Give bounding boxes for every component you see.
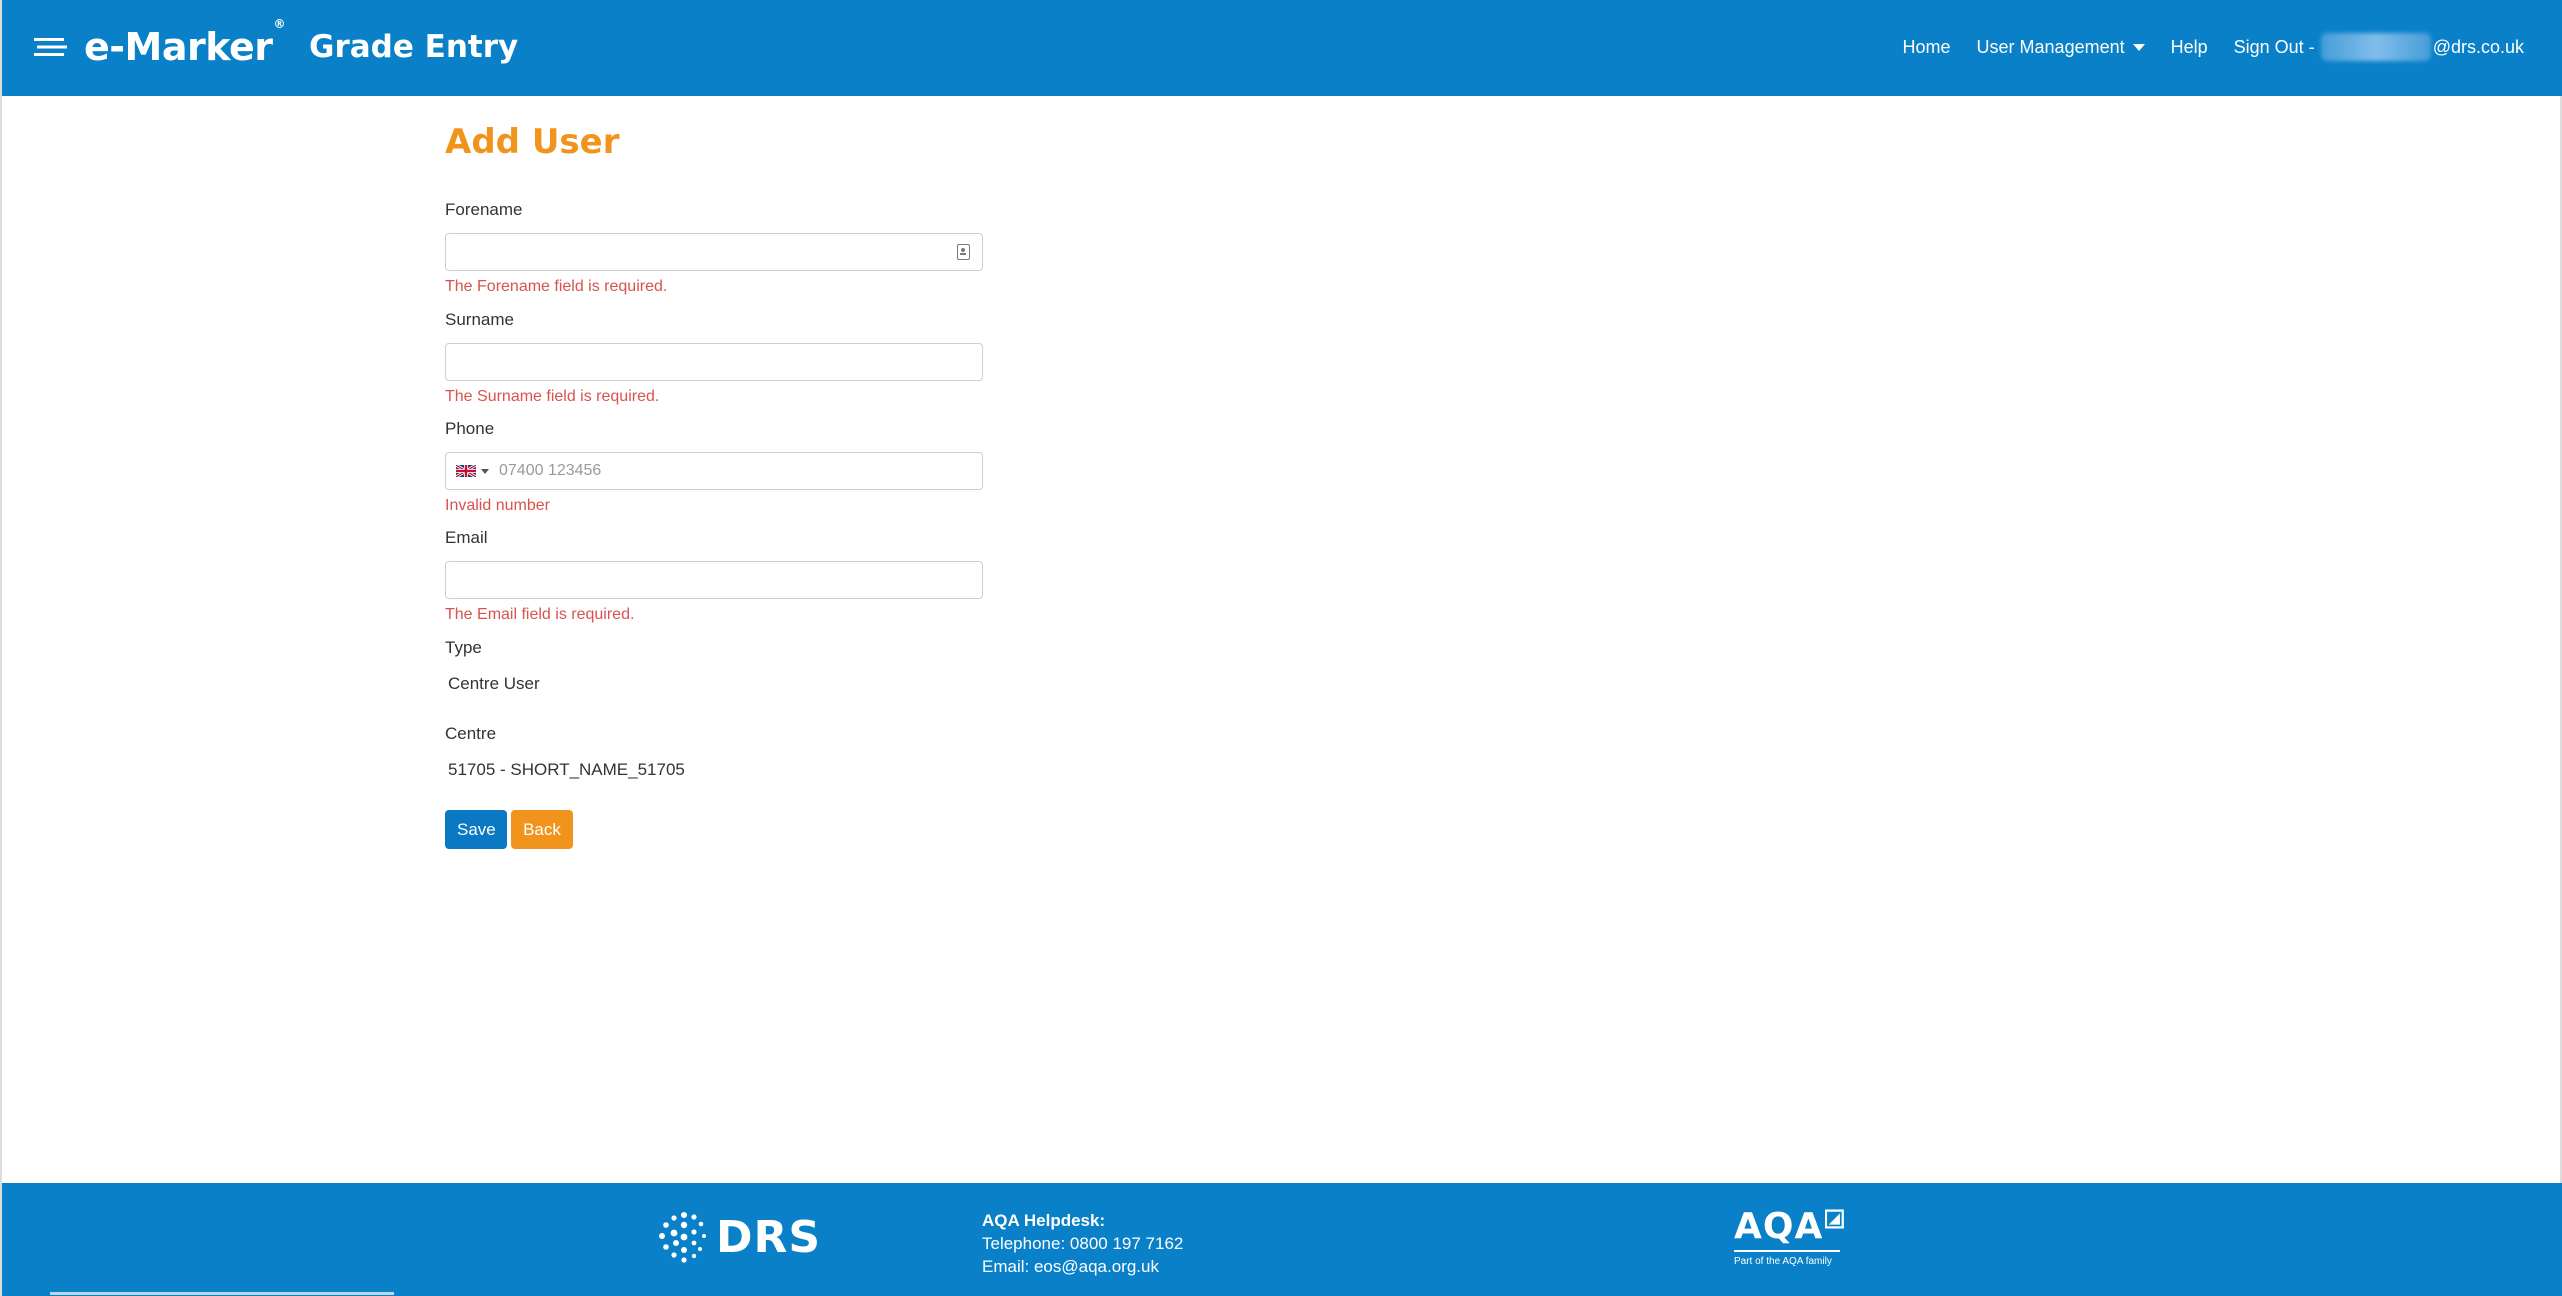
- back-button[interactable]: Back: [511, 810, 573, 849]
- emarker-lines-icon: [34, 36, 70, 58]
- centre-group: Centre 51705 - SHORT_NAME_51705: [445, 722, 985, 780]
- forename-label: Forename: [445, 200, 523, 219]
- centre-value: 51705 - SHORT_NAME_51705: [448, 760, 685, 779]
- page: e-Marker® Grade Entry Home User Manageme…: [0, 0, 2562, 1296]
- country-caret-icon: [481, 468, 489, 474]
- nav-help[interactable]: Help: [2171, 37, 2208, 58]
- forename-input[interactable]: [445, 233, 983, 271]
- scrollbar-thumb[interactable]: [50, 1292, 394, 1295]
- country-selector[interactable]: [456, 465, 489, 477]
- centre-label: Centre: [445, 724, 497, 743]
- phone-placeholder: 07400 123456: [499, 462, 602, 479]
- redacted-username: [2320, 33, 2431, 61]
- helpdesk-info: AQA Helpdesk: Telephone: 0800 197 7162 E…: [982, 1209, 1183, 1278]
- phone-label: Phone: [445, 419, 495, 438]
- user-email-suffix: @drs.co.uk: [2432, 36, 2524, 57]
- main-nav: Home User Management Help Sign Out - @dr…: [1903, 30, 2524, 64]
- email-error: The Email field is required.: [445, 606, 635, 623]
- nav-user-management[interactable]: User Management: [1977, 37, 2145, 58]
- type-label: Type: [445, 638, 482, 657]
- form-actions: Save Back: [445, 810, 573, 849]
- phone-error: Invalid number: [445, 497, 550, 514]
- aqa-logo-text: AQA: [1734, 1206, 1824, 1247]
- caret-down-icon: [2132, 43, 2145, 51]
- contact-card-icon[interactable]: [957, 244, 970, 260]
- surname-label: Surname: [445, 310, 514, 329]
- aqa-logo: AQA Part of the AQA family: [1734, 1207, 1844, 1267]
- add-user-form: Add User Forename The Forename field is …: [445, 118, 1005, 849]
- email-input[interactable]: [445, 561, 983, 599]
- page-title: Add User: [445, 122, 620, 162]
- helpdesk-phone: Telephone: 0800 197 7162: [982, 1234, 1184, 1253]
- drs-dots-icon: [659, 1212, 706, 1263]
- aqa-tagline: Part of the AQA family: [1734, 1256, 1832, 1267]
- email-label: Email: [445, 528, 488, 547]
- uk-flag-icon: [456, 465, 476, 477]
- sign-out-label: Sign Out -: [2233, 36, 2315, 57]
- aqa-underline: [1734, 1250, 1840, 1252]
- email-group: Email The Email field is required.: [445, 526, 985, 626]
- type-value: Centre User: [448, 674, 540, 693]
- save-button[interactable]: Save: [445, 810, 507, 849]
- surname-error: The Surname field is required.: [445, 388, 660, 405]
- aqa-mark-icon: [1825, 1209, 1844, 1229]
- nav-user-management-label: User Management: [1976, 36, 2125, 57]
- helpdesk-title: AQA Helpdesk:: [982, 1211, 1106, 1230]
- brand[interactable]: e-Marker® Grade Entry: [34, 17, 519, 72]
- surname-input[interactable]: [445, 343, 983, 381]
- brand-name: e-Marker®: [84, 17, 286, 69]
- drs-logo: DRS: [654, 1207, 821, 1267]
- nav-home[interactable]: Home: [1903, 37, 1951, 58]
- forename-error: The Forename field is required.: [445, 278, 668, 295]
- nav-sign-out[interactable]: Sign Out - @drs.co.uk: [2234, 33, 2524, 61]
- footer: DRS AQA Helpdesk: Telephone: 0800 197 71…: [2, 1183, 2562, 1296]
- top-navbar: e-Marker® Grade Entry Home User Manageme…: [2, 0, 2562, 96]
- surname-group: Surname The Surname field is required.: [445, 308, 985, 408]
- phone-input[interactable]: 07400 123456: [445, 452, 983, 490]
- forename-group: Forename The Forename field is required.: [445, 198, 985, 298]
- type-group: Type Centre User: [445, 636, 985, 694]
- brand-subtitle: Grade Entry: [309, 29, 519, 65]
- phone-group: Phone 07400 123456 Invalid number: [445, 417, 985, 517]
- helpdesk-email[interactable]: Email: eos@aqa.org.uk: [982, 1255, 1183, 1278]
- drs-logo-text: DRS: [716, 1211, 822, 1263]
